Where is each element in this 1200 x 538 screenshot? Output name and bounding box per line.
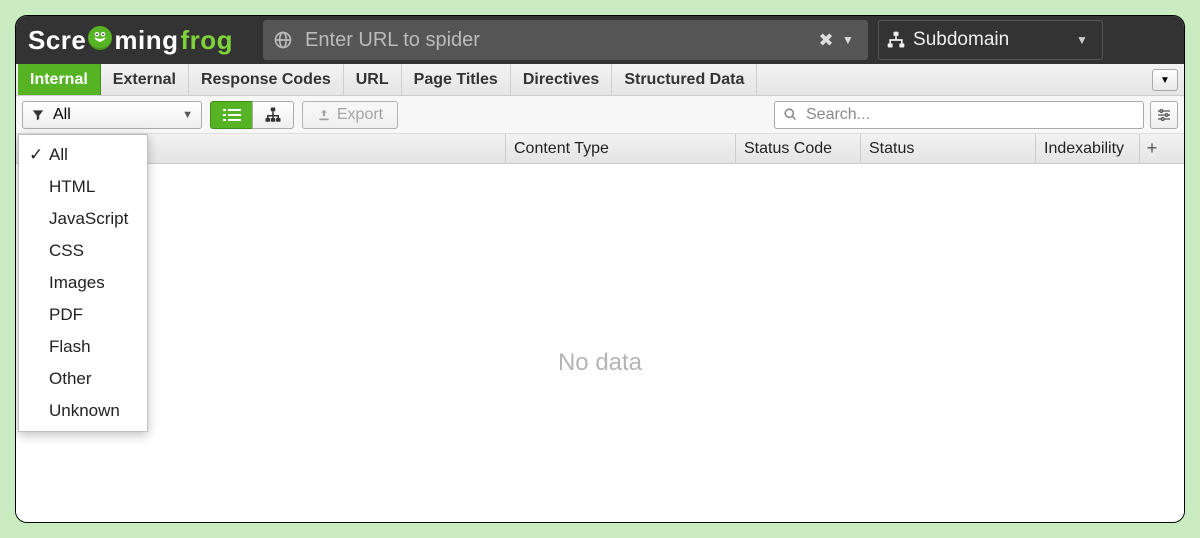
globe-icon bbox=[263, 30, 303, 50]
tab-label: External bbox=[113, 71, 176, 89]
tab-directives[interactable]: Directives bbox=[511, 64, 613, 95]
search-options-button[interactable] bbox=[1150, 101, 1178, 129]
sliders-icon bbox=[1156, 107, 1172, 123]
chevron-down-icon: ▼ bbox=[182, 109, 193, 121]
filter-option-css[interactable]: CSS bbox=[19, 235, 147, 267]
empty-state-text: No data bbox=[558, 349, 642, 377]
tab-structured-data[interactable]: Structured Data bbox=[612, 64, 757, 95]
column-header[interactable]: Content Type bbox=[506, 134, 736, 163]
tree-view-button[interactable] bbox=[252, 101, 294, 129]
upload-icon bbox=[317, 108, 331, 122]
clear-url-icon[interactable]: ✖ bbox=[810, 30, 842, 51]
export-button[interactable]: Export bbox=[302, 101, 398, 129]
logo-part3: frog bbox=[181, 25, 234, 56]
tab-page-titles[interactable]: Page Titles bbox=[402, 64, 511, 95]
filter-option-html[interactable]: HTML bbox=[19, 171, 147, 203]
filter-option-pdf[interactable]: PDF bbox=[19, 299, 147, 331]
tab-label: URL bbox=[356, 71, 389, 89]
app-window: Scre ming frog ✖ ▼ bbox=[15, 15, 1185, 523]
column-header[interactable]: Indexability bbox=[1036, 134, 1140, 163]
tabs-row: Internal External Response Codes URL Pag… bbox=[16, 64, 1184, 96]
export-label: Export bbox=[337, 106, 383, 124]
filter-option-other[interactable]: Other bbox=[19, 363, 147, 395]
logo-part2: ming bbox=[114, 25, 178, 56]
url-history-chevron-icon[interactable]: ▼ bbox=[842, 33, 868, 47]
table-body: No data bbox=[16, 164, 1184, 523]
tab-external[interactable]: External bbox=[101, 64, 189, 95]
column-header[interactable]: Status Code bbox=[736, 134, 861, 163]
search-icon bbox=[783, 107, 798, 122]
tab-label: Page Titles bbox=[414, 71, 498, 89]
check-icon: ✓ bbox=[29, 145, 43, 165]
filter-option-images[interactable]: Images bbox=[19, 267, 147, 299]
sitemap-icon bbox=[879, 30, 913, 50]
column-header[interactable]: Status bbox=[861, 134, 1036, 163]
tab-label: Directives bbox=[523, 71, 600, 89]
plus-icon: + bbox=[1147, 138, 1158, 159]
list-view-button[interactable] bbox=[210, 101, 252, 129]
tab-label: Structured Data bbox=[624, 71, 744, 89]
filter-dropdown[interactable]: All ▼ bbox=[22, 101, 202, 129]
tab-internal[interactable]: Internal bbox=[18, 64, 101, 95]
filter-option-all[interactable]: ✓All bbox=[19, 139, 147, 171]
table-header: Content Type Status Code Status Indexabi… bbox=[16, 134, 1184, 164]
tab-label: Response Codes bbox=[201, 71, 331, 89]
filter-selected-label: All bbox=[53, 106, 71, 124]
search-input[interactable] bbox=[804, 105, 1135, 125]
url-input-container: ✖ ▼ bbox=[263, 20, 868, 60]
scope-dropdown[interactable]: Subdomain ▼ bbox=[878, 20, 1103, 60]
tabs-overflow: ▼ bbox=[1152, 69, 1178, 91]
filter-option-javascript[interactable]: JavaScript bbox=[19, 203, 147, 235]
scope-label: Subdomain bbox=[913, 29, 1076, 51]
search-box bbox=[774, 101, 1144, 129]
filter-dropdown-menu: ✓All HTML JavaScript CSS Images PDF Flas… bbox=[18, 134, 148, 432]
header-bar: Scre ming frog ✖ ▼ bbox=[16, 16, 1184, 64]
view-mode-group bbox=[210, 101, 294, 129]
logo-part1: Scre bbox=[28, 25, 86, 56]
filter-option-unknown[interactable]: Unknown bbox=[19, 395, 147, 427]
tab-url[interactable]: URL bbox=[344, 64, 402, 95]
url-input[interactable] bbox=[303, 28, 810, 53]
tabs-overflow-button[interactable]: ▼ bbox=[1152, 69, 1178, 91]
add-column-button[interactable]: + bbox=[1140, 134, 1164, 163]
filter-option-flash[interactable]: Flash bbox=[19, 331, 147, 363]
funnel-icon bbox=[31, 108, 45, 122]
tab-response-codes[interactable]: Response Codes bbox=[189, 64, 344, 95]
app-logo: Scre ming frog bbox=[16, 25, 233, 56]
chevron-down-icon: ▼ bbox=[1160, 75, 1170, 86]
scope-chevron-icon: ▼ bbox=[1076, 33, 1102, 47]
tab-label: Internal bbox=[30, 71, 88, 89]
frog-icon bbox=[88, 26, 112, 50]
toolbar: All ▼ bbox=[16, 96, 1184, 134]
